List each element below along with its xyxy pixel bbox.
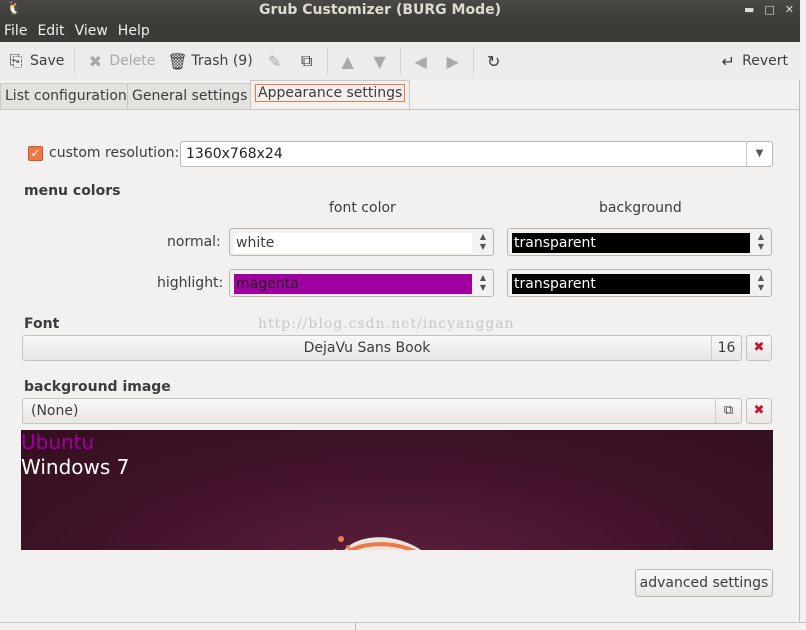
save-button[interactable]: ⎘ Save	[0, 46, 70, 76]
background-image-chooser[interactable]: (None) ⧉	[22, 398, 742, 424]
custom-resolution-label: custom resolution:	[49, 145, 180, 161]
font-chooser-button[interactable]: DejaVu Sans Book 16	[22, 335, 742, 361]
arrow-down-icon: ▼	[373, 51, 386, 71]
arrow-left-icon: ◀	[414, 51, 427, 71]
resolution-combo[interactable]: 1360x768x24 ▼	[180, 141, 773, 167]
trash-label: Trash (9)	[191, 53, 253, 69]
font-color-column-label: font color	[329, 200, 396, 216]
maximize-button[interactable]: □	[764, 3, 774, 16]
save-icon: ⎘	[9, 51, 23, 70]
spin-arrows-icon[interactable]: ▲ ▼	[477, 232, 489, 252]
folder-icon: ⧉	[715, 399, 741, 423]
new-entry-button[interactable]: ⧉	[291, 46, 323, 76]
highlight-font-color-value: magenta	[234, 274, 472, 294]
tab-label: Appearance settings	[255, 84, 406, 102]
arrow-right-icon: ▶	[446, 51, 459, 71]
tab-bar: List configuration General settings Appe…	[0, 80, 800, 110]
chevron-down-icon[interactable]: ▼	[746, 142, 772, 166]
add-submenu-icon: ⧉	[300, 51, 313, 70]
close-icon: ✖	[753, 340, 765, 355]
move-up-button[interactable]: ▲	[332, 46, 364, 76]
pencil-icon: ✎	[267, 51, 282, 71]
background-image-heading: background image	[24, 379, 171, 395]
boot-menu-preview: Ubuntu Windows 7	[21, 430, 773, 550]
rename-button[interactable]: ✎	[259, 46, 291, 76]
font-name: DejaVu Sans Book	[303, 340, 431, 356]
toolbar-separator	[74, 48, 76, 74]
move-right-button[interactable]: ▶	[437, 46, 469, 76]
spin-arrows-icon[interactable]: ▲ ▼	[755, 232, 767, 252]
highlight-font-color-select[interactable]: magenta ▲ ▼	[229, 269, 494, 297]
revert-icon: ↵	[721, 51, 735, 71]
normal-font-color-value: white	[234, 233, 472, 253]
advanced-settings-button[interactable]: advanced settings	[635, 569, 773, 597]
normal-background-select[interactable]: transparent ▲ ▼	[507, 228, 772, 256]
close-window-button[interactable]: ✕	[785, 3, 794, 16]
clear-font-button[interactable]: ✖	[746, 335, 772, 361]
trash-button[interactable]: 🗑 Trash (9)	[161, 46, 258, 76]
revert-button[interactable]: ↵ Revert	[712, 46, 794, 76]
background-column-label: background	[599, 200, 682, 216]
menu-edit[interactable]: Edit	[32, 22, 69, 42]
preview-entry-normal: Windows 7	[21, 455, 130, 479]
move-left-button[interactable]: ◀	[405, 46, 437, 76]
menu-bar: File Edit View Help	[0, 22, 800, 42]
delete-icon: ✖	[88, 51, 103, 71]
resolution-value: 1360x768x24	[186, 146, 283, 162]
highlight-label: highlight:	[157, 275, 224, 291]
background-image-value: (None)	[31, 403, 79, 419]
minimize-button[interactable]: ▬	[744, 3, 754, 16]
move-down-button[interactable]: ▼	[364, 46, 396, 76]
highlight-background-select[interactable]: transparent ▲ ▼	[507, 269, 772, 297]
normal-font-color-select[interactable]: white ▲ ▼	[229, 228, 494, 256]
menu-view[interactable]: View	[70, 22, 113, 42]
tab-label: List configuration	[5, 88, 127, 104]
background-splash-graphic	[333, 536, 421, 550]
tab-label: General settings	[132, 88, 248, 104]
custom-resolution-checkbox[interactable]: ✓	[28, 146, 43, 161]
trash-icon: 🗑	[167, 51, 188, 71]
toolbar-separator	[326, 48, 328, 74]
delete-button[interactable]: ✖ Delete	[79, 46, 161, 76]
menu-help[interactable]: Help	[113, 22, 155, 42]
font-size: 16	[711, 336, 741, 360]
tab-divider	[0, 109, 800, 110]
tab-list-configuration[interactable]: List configuration	[0, 83, 132, 109]
main-window: 🐧 Grub Customizer (BURG Mode) ▬ □ ✕ File…	[0, 0, 800, 629]
toolbar: ⎘ Save ✖ Delete 🗑 Trash (9) ✎ ⧉ ▲ ▼ ◀ ▶ …	[0, 42, 800, 80]
spin-arrows-icon[interactable]: ▲ ▼	[755, 273, 767, 293]
revert-label: Revert	[742, 53, 788, 69]
highlight-background-value: transparent	[512, 274, 750, 294]
window-controls: ▬ □ ✕	[744, 3, 794, 16]
normal-label: normal:	[167, 234, 221, 250]
tab-appearance-settings[interactable]: Appearance settings	[250, 80, 411, 110]
close-icon: ✖	[753, 403, 765, 418]
status-bar	[0, 622, 806, 630]
arrow-up-icon: ▲	[341, 51, 354, 71]
title-bar: 🐧 Grub Customizer (BURG Mode) ▬ □ ✕	[0, 0, 800, 22]
toolbar-separator	[472, 48, 474, 74]
reload-icon: ↻	[486, 51, 501, 71]
normal-background-value: transparent	[512, 233, 750, 253]
font-heading: Font	[24, 316, 60, 332]
delete-label: Delete	[109, 53, 156, 69]
watermark-text: http://blog.csdn.net/incyanggan	[258, 316, 515, 332]
tab-general-settings[interactable]: General settings	[127, 83, 253, 109]
toolbar-separator	[399, 48, 401, 74]
window-title: Grub Customizer (BURG Mode)	[259, 2, 501, 18]
save-label: Save	[30, 53, 65, 69]
menu-file[interactable]: File	[0, 22, 32, 42]
menu-colors-heading: menu colors	[24, 183, 121, 199]
preview-entry-highlighted: Ubuntu	[21, 430, 95, 454]
clear-background-button[interactable]: ✖	[746, 398, 772, 424]
spin-arrows-icon[interactable]: ▲ ▼	[477, 273, 489, 293]
reload-button[interactable]: ↻	[478, 46, 510, 76]
